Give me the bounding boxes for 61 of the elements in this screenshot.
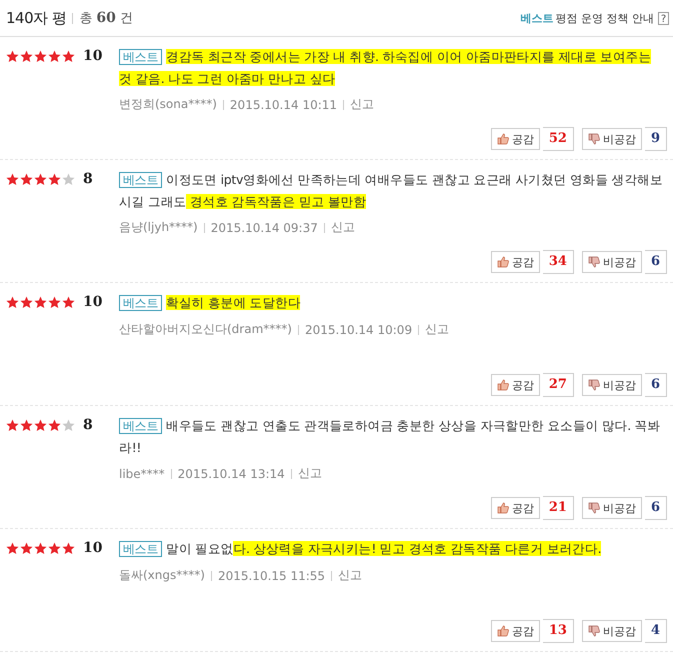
thumbs-up-icon — [496, 502, 509, 514]
review-date: 2015.10.15 11:55 — [218, 568, 326, 582]
review-date: 2015.10.14 09:37 — [210, 220, 318, 234]
dislike-button[interactable]: 비공감 — [582, 374, 642, 396]
dislike-button[interactable]: 비공감 — [582, 497, 642, 519]
like-count: 52 — [542, 127, 574, 151]
thumbs-down-icon — [588, 133, 600, 145]
rating-score: 10 — [83, 296, 102, 309]
dislike-count: 6 — [644, 373, 667, 397]
dislike-button[interactable]: 비공감 — [582, 251, 642, 273]
review-text: 베스트 경감독 최근작 중에서는 가장 내 취향. 하숙집에 이어 아줌마판타지를 제대로 보여주는 것 같음. 나도 그런 아줌마 만나고 싶다 — [119, 48, 652, 88]
rating-score: 10 — [83, 50, 102, 63]
report-link[interactable]: 신고 — [330, 219, 355, 236]
section-title: 140자 평 — [6, 8, 66, 28]
rating-score: 10 — [83, 542, 102, 555]
help-button[interactable]: ? — [658, 12, 669, 24]
like-count: 34 — [542, 250, 574, 274]
thumbs-down-icon — [588, 502, 600, 514]
total-label: 총 — [79, 10, 92, 27]
author-name: libe**** — [119, 466, 165, 480]
review-text: 베스트 말이 필요없다. 상상력을 자극시키는! 믿고 경석호 감독작품 다른거 보러간다. — [119, 538, 667, 560]
author-name: 음냥(ljyh****) — [119, 219, 198, 236]
thumbs-up-icon — [496, 379, 509, 391]
like-count: 27 — [542, 373, 574, 397]
thumbs-up-icon — [496, 256, 509, 268]
total-count: 60 — [96, 10, 116, 26]
thumbs-down-icon — [588, 625, 600, 637]
report-link[interactable]: 신고 — [350, 96, 374, 113]
review-date: 2015.10.14 10:11 — [230, 98, 338, 112]
author-name: 돌싸(xngs****) — [119, 567, 205, 584]
dislike-count: 4 — [644, 619, 667, 643]
thumbs-up-icon — [496, 625, 509, 637]
rating-score: 8 — [83, 173, 93, 186]
dislike-button[interactable]: 비공감 — [582, 620, 642, 642]
rating-score: 8 — [83, 419, 93, 432]
dislike-count: 6 — [644, 496, 667, 520]
best-label: 베스트 — [520, 10, 554, 26]
dislike-count: 6 — [644, 250, 667, 274]
thumbs-down-icon — [588, 256, 600, 268]
like-button[interactable]: 공감 — [490, 620, 540, 642]
like-button[interactable]: 공감 — [490, 497, 540, 519]
review-date: 2015.10.14 10:09 — [304, 322, 412, 336]
like-count: 13 — [542, 619, 574, 643]
dislike-button[interactable]: 비공감 — [582, 128, 642, 150]
review-date: 2015.10.14 13:14 — [178, 466, 285, 480]
thumbs-down-icon — [588, 379, 600, 391]
like-count: 21 — [542, 496, 574, 520]
like-button[interactable]: 공감 — [490, 128, 540, 150]
dislike-count: 9 — [644, 127, 667, 151]
like-button[interactable]: 공감 — [490, 251, 540, 273]
review-text: 베스트 배우들도 괜찮고 연출도 관객들로하여금 충분한 상상을 자극할만한 요소들이 많다. 꼭봐라!! — [119, 417, 662, 457]
total-unit: 건 — [120, 10, 133, 27]
report-link[interactable]: 신고 — [338, 567, 362, 584]
policy-link[interactable]: 평점 운영 정책 안내 — [556, 10, 654, 26]
review-text: 베스트 이정도면 iptv영화에선 만족하는데 여배우들도 괜찮고 요근래 사기쳤던 영화들 생각해보시길 그래도 경석호 감독작품은 믿고 볼만함 — [119, 171, 664, 211]
author-name: 변정희(sona****) — [119, 96, 217, 113]
report-link[interactable]: 신고 — [425, 321, 450, 338]
thumbs-up-icon — [496, 133, 509, 145]
report-link[interactable]: 신고 — [298, 465, 322, 482]
author-name: 산타할아버지오신다(dram****) — [119, 321, 292, 338]
like-button[interactable]: 공감 — [490, 374, 540, 396]
